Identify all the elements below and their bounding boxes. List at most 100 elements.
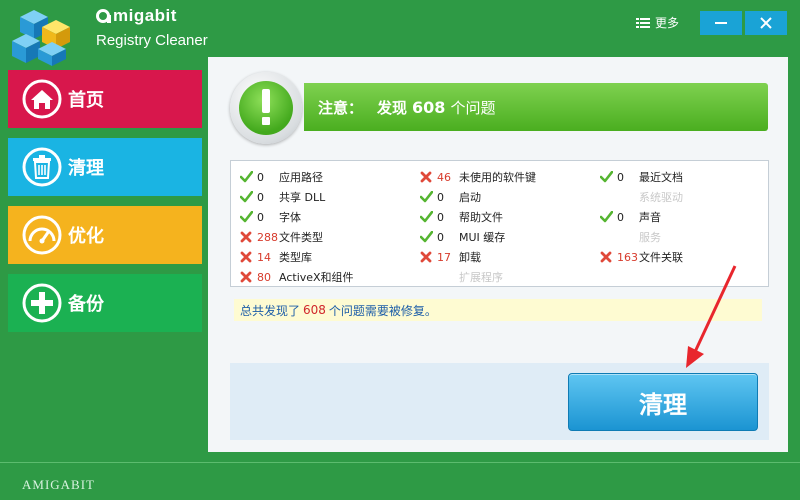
blank-icon	[599, 230, 613, 244]
summary-suffix: 个问题需要被修复。	[328, 303, 437, 318]
result-count: 14	[257, 250, 271, 264]
result-row: 80 ActiveX和组件	[239, 267, 354, 287]
sidebar-item-label: 优化	[68, 226, 104, 247]
app-window: migabit Registry Cleaner 更多 首页 清理 优化 备份 …	[0, 0, 800, 500]
clean-button[interactable]: 清理	[568, 373, 758, 431]
result-label: 声音	[639, 211, 661, 224]
check-icon	[419, 190, 433, 204]
notice-count: 608	[412, 97, 446, 117]
close-button[interactable]	[745, 11, 787, 35]
blank-icon	[419, 270, 433, 284]
result-row: 0 应用路径	[239, 167, 354, 187]
check-icon	[419, 230, 433, 244]
home-icon	[22, 79, 62, 119]
results-column-1: 0 应用路径 0 共享 DLL 0 字体 288 文件类型 14 类型库 80 ActiveX和组件	[239, 167, 354, 287]
red-arrow-icon	[686, 265, 737, 368]
cubes-logo-icon	[12, 10, 70, 66]
result-count: 0	[617, 210, 624, 224]
result-label: 未使用的软件键	[459, 171, 536, 184]
notice-found-text: 发现	[377, 98, 408, 117]
result-count: 0	[437, 210, 444, 224]
error-x-icon	[419, 250, 433, 264]
result-count: 0	[257, 170, 264, 184]
error-x-icon	[239, 270, 253, 284]
sidebar-item-label: 备份	[68, 294, 104, 315]
result-row: 系统驱动	[599, 187, 683, 207]
result-row: 服务	[599, 227, 683, 247]
action-area: 清理	[230, 363, 769, 440]
sidebar-item-home[interactable]: 首页	[8, 70, 202, 128]
result-row: 14 类型库	[239, 247, 354, 267]
results-column-2: 46 未使用的软件键 0 启动 0 帮助文件 0 MUI 缓存 17 卸载 扩展程序	[419, 167, 536, 287]
result-row: 0 声音	[599, 207, 683, 227]
result-row: 163 文件关联	[599, 247, 683, 267]
result-count: 17	[437, 250, 451, 264]
sidebar-item-clean[interactable]: 清理	[8, 138, 202, 196]
close-icon	[760, 17, 772, 29]
results-column-3: 0 最近文档 系统驱动 0 声音 服务 163 文件关联	[599, 167, 683, 267]
result-label: 系统驱动	[639, 191, 683, 204]
result-label: 应用路径	[279, 171, 323, 184]
brand: migabit Registry Cleaner	[96, 6, 208, 49]
result-count: 0	[437, 190, 444, 204]
result-row: 0 共享 DLL	[239, 187, 354, 207]
result-label: 文件类型	[279, 231, 323, 244]
notice-banner: 注意： 发现 608 个问题	[304, 83, 768, 131]
result-label: 卸载	[459, 251, 481, 264]
result-label: 文件关联	[639, 251, 683, 264]
footer-brand: AMIGABIT	[22, 477, 95, 492]
result-label: 启动	[459, 191, 481, 204]
check-icon	[599, 210, 613, 224]
error-x-icon	[419, 170, 433, 184]
minimize-button[interactable]	[700, 11, 742, 35]
result-row: 46 未使用的软件键	[419, 167, 536, 187]
error-x-icon	[599, 250, 613, 264]
sidebar-item-label: 清理	[68, 158, 104, 179]
plus-icon	[22, 283, 62, 323]
menu-list-icon	[636, 17, 650, 28]
footer-divider	[0, 462, 800, 463]
minimize-icon	[715, 22, 727, 24]
result-label: 最近文档	[639, 171, 683, 184]
result-label: MUI 缓存	[459, 231, 506, 244]
more-label: 更多	[655, 16, 680, 30]
error-x-icon	[239, 230, 253, 244]
result-row: 0 MUI 缓存	[419, 227, 536, 247]
result-row: 0 帮助文件	[419, 207, 536, 227]
result-row: 扩展程序	[419, 267, 536, 287]
result-count: 0	[617, 170, 624, 184]
sidebar-item-label: 首页	[68, 90, 104, 111]
result-label: 共享 DLL	[279, 191, 326, 204]
more-menu-button[interactable]: 更多	[636, 14, 679, 31]
sidebar-item-optimize[interactable]: 优化	[8, 206, 202, 264]
content-panel: 注意： 发现 608 个问题 0 应用路径 0 共享 DLL 0 字体 288 文件类型 14 类…	[208, 57, 788, 452]
result-label: 帮助文件	[459, 211, 503, 224]
result-count: 288	[257, 230, 278, 244]
result-row: 0 启动	[419, 187, 536, 207]
result-count: 163	[617, 250, 638, 264]
check-icon	[239, 190, 253, 204]
gauge-icon	[22, 215, 62, 255]
notice-suffix: 个问题	[450, 98, 496, 117]
result-label: 字体	[279, 211, 301, 224]
result-label: 扩展程序	[459, 271, 503, 284]
check-icon	[239, 170, 253, 184]
check-icon	[239, 210, 253, 224]
result-count: 0	[257, 190, 264, 204]
result-count: 80	[257, 270, 271, 284]
trash-icon	[22, 147, 62, 187]
blank-icon	[599, 190, 613, 204]
result-row: 0 最近文档	[599, 167, 683, 187]
product-name: Registry Cleaner	[96, 32, 208, 49]
result-row: 17 卸载	[419, 247, 536, 267]
error-x-icon	[239, 250, 253, 264]
result-row: 288 文件类型	[239, 227, 354, 247]
check-icon	[599, 170, 613, 184]
sidebar-item-backup[interactable]: 备份	[8, 274, 202, 332]
check-icon	[419, 210, 433, 224]
brand-name: migabit	[96, 6, 208, 26]
notice-prefix: 注意：	[318, 98, 364, 117]
result-label: 类型库	[279, 251, 312, 264]
exclamation-icon	[262, 89, 270, 125]
warning-badge	[230, 72, 302, 144]
